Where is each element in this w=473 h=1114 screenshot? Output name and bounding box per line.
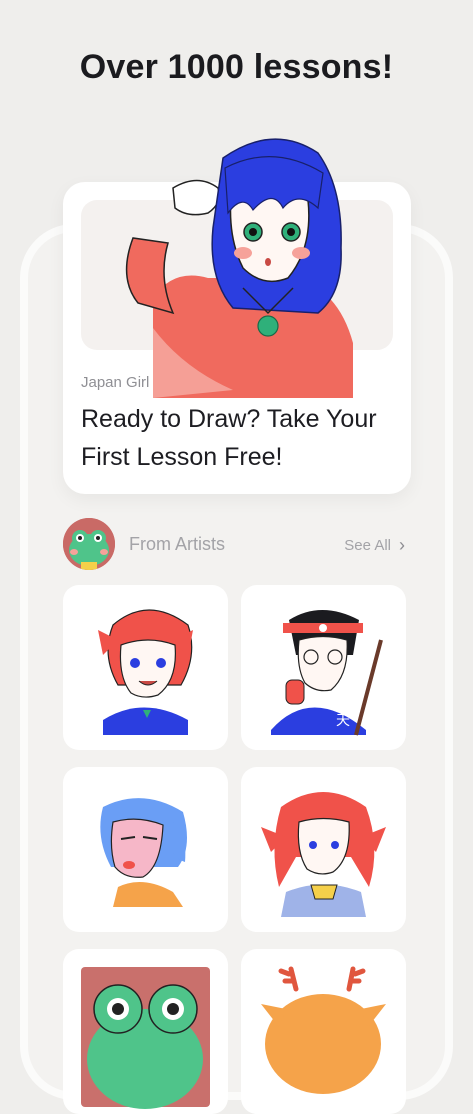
- red-haired-girl-illustration: [261, 792, 386, 917]
- see-all-button[interactable]: See All ›: [344, 535, 405, 556]
- svg-text:天: 天: [336, 713, 350, 729]
- artist-lesson-tile[interactable]: [63, 585, 228, 750]
- samurai-boy-illustration: 天: [271, 610, 383, 736]
- frog-illustration: [81, 967, 210, 1109]
- featured-title: Ready to Draw? Take Your First Lesson Fr…: [81, 405, 377, 471]
- featured-lesson-card[interactable]: Japan Girl Ready to Draw? Take Your Firs…: [63, 138, 411, 494]
- reindeer-illustration: [261, 966, 386, 1094]
- artist-lesson-tile[interactable]: [241, 949, 406, 1114]
- japan-girl-illustration: [125, 138, 353, 398]
- artist-lesson-tile[interactable]: [63, 767, 228, 932]
- section-header: From Artists See All ›: [63, 518, 411, 570]
- see-all-label: See All: [344, 537, 391, 554]
- featured-category: Japan Girl: [81, 374, 150, 391]
- artist-lesson-tile[interactable]: [63, 949, 228, 1114]
- artist-lesson-tile[interactable]: [241, 767, 406, 932]
- featured-image: [81, 138, 393, 398]
- frog-avatar: [63, 518, 115, 570]
- page-headline: Over 1000 lessons!: [79, 48, 394, 86]
- blue-haired-girl-illustration: [100, 798, 187, 907]
- section-title: From Artists: [129, 534, 226, 554]
- chevron-right-icon: ›: [399, 535, 405, 555]
- artist-lesson-tile[interactable]: 天: [241, 585, 406, 750]
- red-haired-boy-illustration: [98, 609, 193, 735]
